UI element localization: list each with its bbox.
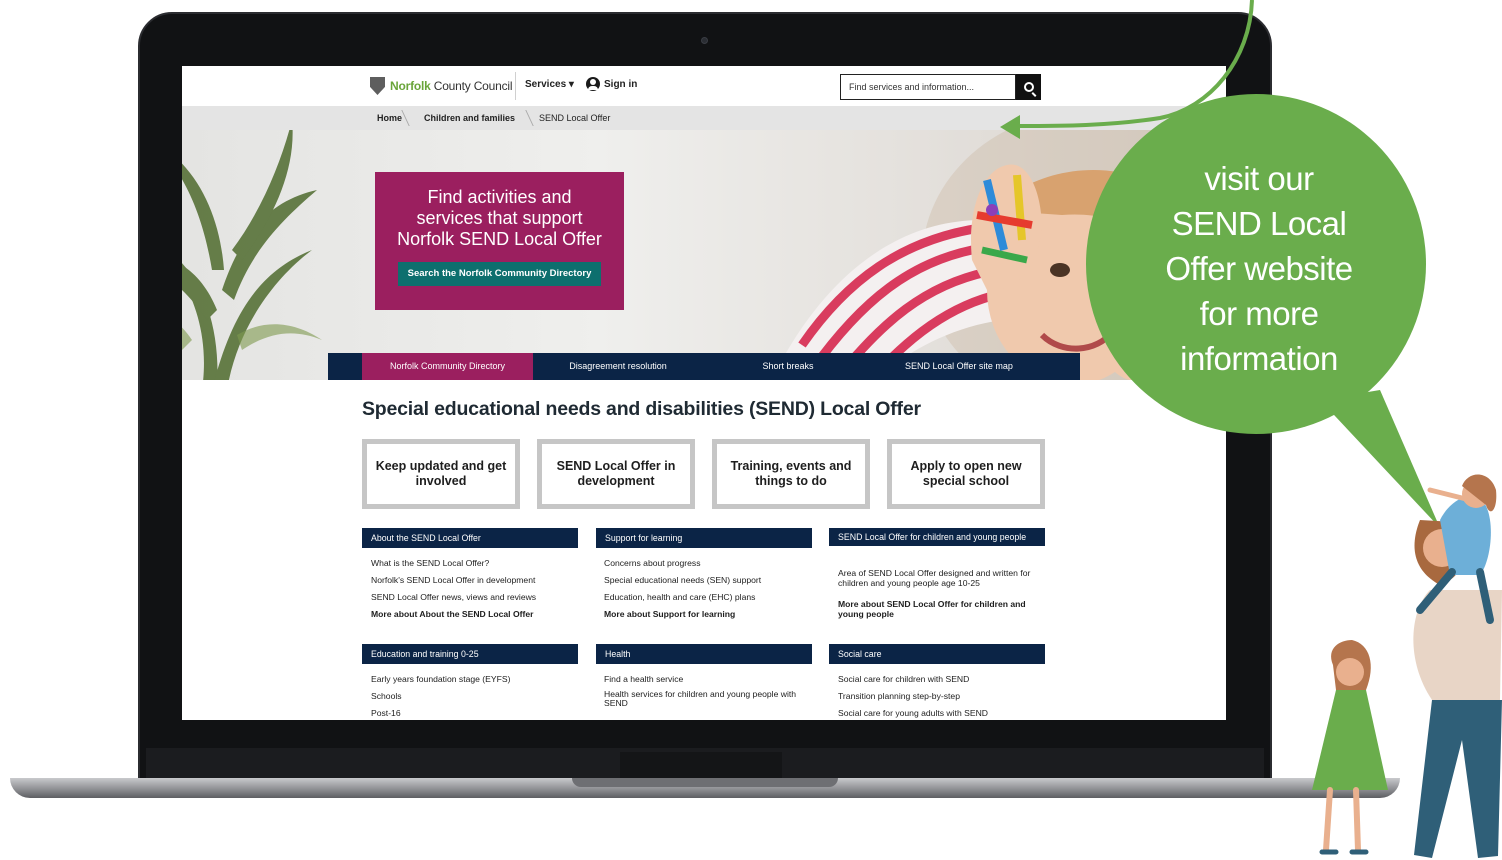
section-heading-support-learning[interactable]: Support for learning	[596, 528, 812, 548]
callout-line: SEND Local	[1171, 205, 1347, 242]
tab-disagreement-resolution[interactable]: Disagreement resolution	[533, 353, 703, 380]
tile-training-events[interactable]: Training, events and things to do	[712, 439, 870, 509]
promo-stage: Norfolk County Council Services ▾ Sign i…	[0, 0, 1502, 860]
family-illustration	[1312, 474, 1502, 858]
section-link[interactable]: Social care for children with SEND	[838, 674, 969, 684]
section-link[interactable]: Early years foundation stage (EYFS)	[371, 674, 510, 684]
section-more-link[interactable]: More about SEND Local Offer for children…	[838, 599, 1038, 619]
search-directory-button[interactable]: Search the Norfolk Community Directory	[398, 262, 601, 286]
section-link[interactable]: SEND Local Offer news, views and reviews	[371, 592, 536, 602]
section-link[interactable]: Post-16	[371, 708, 401, 718]
section-nav: Norfolk Community Directory Disagreement…	[328, 353, 1080, 380]
section-heading-children-young-people[interactable]: SEND Local Offer for children and young …	[829, 528, 1045, 546]
section-link[interactable]: Norfolk's SEND Local Offer in developmen…	[371, 575, 535, 585]
section-link[interactable]: Concerns about progress	[604, 558, 701, 568]
section-heading-education-training[interactable]: Education and training 0-25	[362, 644, 578, 664]
section-more-link[interactable]: More about Support for learning	[604, 609, 735, 619]
section-link[interactable]: Area of SEND Local Offer designed and wr…	[838, 568, 1043, 588]
crest-icon	[370, 77, 385, 95]
section-link[interactable]: Special educational needs (SEN) support	[604, 575, 761, 585]
section-link[interactable]: Transition planning step-by-step	[838, 691, 960, 701]
section-heading-health[interactable]: Health	[596, 644, 812, 664]
site-logo[interactable]: Norfolk County Council	[370, 75, 513, 97]
callout-line: visit our	[1204, 160, 1314, 197]
tile-in-development[interactable]: SEND Local Offer in development	[537, 439, 695, 509]
section-link[interactable]: What is the SEND Local Offer?	[371, 558, 489, 568]
search-button[interactable]	[1016, 74, 1041, 100]
sign-in-link[interactable]: Sign in	[586, 77, 637, 91]
page-title: Special educational needs and disabiliti…	[362, 398, 921, 420]
tile-new-special-school[interactable]: Apply to open new special school	[887, 439, 1045, 509]
breadcrumb-separator	[518, 110, 534, 126]
breadcrumb: Home Children and families SEND Local Of…	[182, 106, 1226, 130]
hero-title-line: Norfolk SEND Local Offer	[397, 229, 602, 249]
site-header: Norfolk County Council Services ▾ Sign i…	[182, 66, 1226, 106]
callout-line: information	[1180, 340, 1338, 377]
hero-title-line: services that support	[416, 208, 583, 228]
laptop-notch	[572, 778, 838, 787]
website-screen: Norfolk County Council Services ▾ Sign i…	[182, 66, 1226, 720]
tab-community-directory[interactable]: Norfolk Community Directory	[362, 353, 533, 380]
sign-in-label: Sign in	[604, 78, 638, 90]
services-menu-button[interactable]: Services ▾	[525, 79, 574, 90]
header-divider	[515, 72, 516, 100]
section-link[interactable]: Schools	[371, 691, 402, 701]
tab-site-map[interactable]: SEND Local Offer site map	[873, 353, 1045, 380]
breadcrumb-children-families[interactable]: Children and families	[424, 113, 515, 123]
tile-keep-updated[interactable]: Keep updated and get involved	[362, 439, 520, 509]
hero-banner: Find activities and services that suppor…	[182, 130, 1226, 380]
breadcrumb-current: SEND Local Offer	[539, 113, 611, 123]
tab-short-breaks[interactable]: Short breaks	[703, 353, 873, 380]
section-link[interactable]: Education, health and care (EHC) plans	[604, 592, 755, 602]
section-link[interactable]: Social care for young adults with SEND	[838, 708, 988, 718]
camera-icon	[701, 37, 708, 44]
section-link[interactable]: Health services for children and young p…	[604, 690, 809, 708]
callout-text: visit our SEND Local Offer website for m…	[1120, 156, 1398, 381]
section-more-link[interactable]: More about About the SEND Local Offer	[371, 609, 534, 619]
hero-title: Find activities and services that suppor…	[375, 187, 624, 250]
plant-image	[182, 130, 322, 380]
logo-text: Norfolk County Council	[390, 79, 513, 93]
callout-line: Offer website	[1165, 250, 1353, 287]
search-input[interactable]: Find services and information...	[840, 74, 1016, 100]
section-link[interactable]: Find a health service	[604, 674, 683, 684]
hero-title-line: Find activities and	[427, 187, 572, 207]
section-heading-about[interactable]: About the SEND Local Offer	[362, 528, 578, 548]
user-icon	[586, 77, 600, 91]
section-heading-social-care[interactable]: Social care	[829, 644, 1045, 664]
search-icon	[1023, 82, 1034, 92]
laptop-bezel-label	[620, 752, 782, 778]
callout-line: for more	[1199, 295, 1319, 332]
hero-promo-card: Find activities and services that suppor…	[375, 172, 624, 310]
